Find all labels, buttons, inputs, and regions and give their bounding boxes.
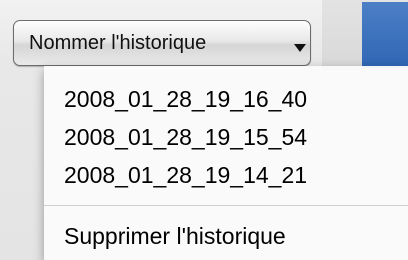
history-menu-item[interactable]: 2008_01_28_19_16_40 [44, 80, 408, 118]
menu-separator [44, 205, 408, 206]
history-name-popup-button[interactable]: Nommer l'historique [13, 20, 311, 66]
blue-panel [362, 2, 408, 68]
history-dropdown-menu: 2008_01_28_19_16_40 2008_01_28_19_15_54 … [44, 66, 408, 260]
history-menu-item[interactable]: 2008_01_28_19_14_21 [44, 156, 408, 194]
history-name-popup-label: Nommer l'historique [29, 32, 207, 54]
clear-history-menu-item[interactable]: Supprimer l'historique [44, 217, 408, 255]
popup-arrow-down-icon [294, 44, 306, 52]
history-menu-item[interactable]: 2008_01_28_19_15_54 [44, 118, 408, 156]
